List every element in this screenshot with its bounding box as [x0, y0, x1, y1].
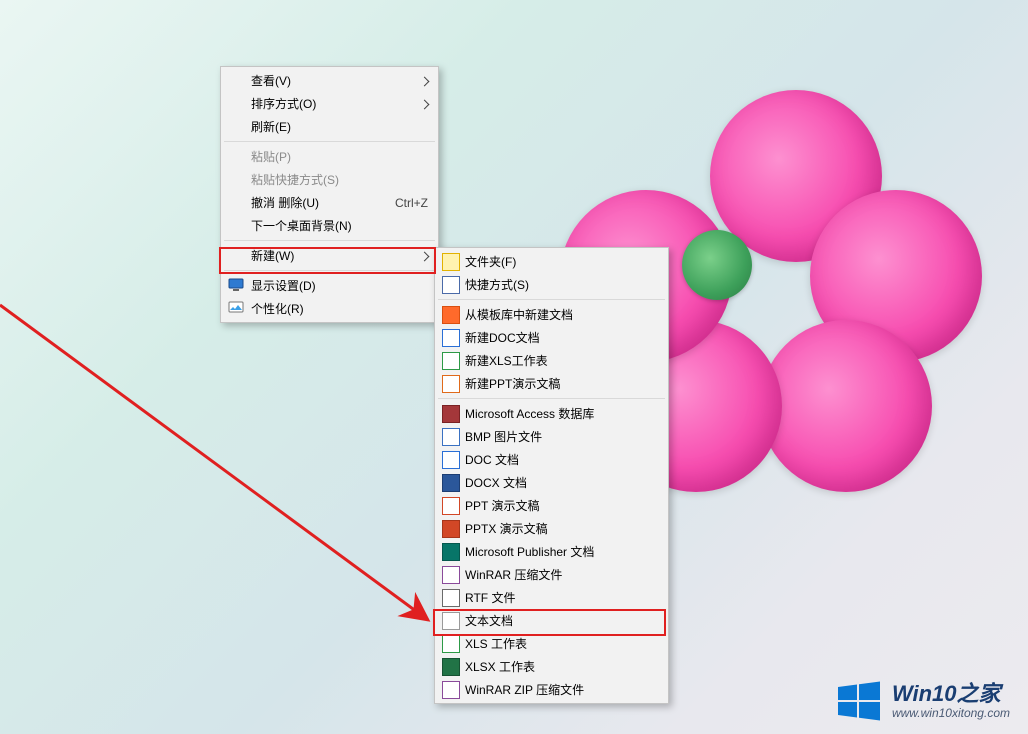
menu-item-undo[interactable]: 撤消 删除(U) Ctrl+Z: [223, 191, 436, 214]
menu-item-label: 粘贴快捷方式(S): [251, 171, 339, 188]
menu-item-label: 个性化(R): [251, 300, 304, 317]
flower-center: [682, 230, 752, 300]
menu-item-label: 下一个桌面背景(N): [251, 217, 352, 234]
submenu-item-label: Microsoft Access 数据库: [465, 405, 594, 422]
file-type-icon: [442, 635, 460, 653]
menu-item-shortcut: Ctrl+Z: [395, 196, 428, 210]
submenu-item-label: XLS 工作表: [465, 635, 527, 652]
submenu-item-ppt[interactable]: PPT 演示文稿: [437, 494, 666, 517]
menu-item-label: 显示设置(D): [251, 277, 316, 294]
menu-item-label: 新建(W): [251, 247, 294, 264]
chevron-right-icon: [421, 97, 428, 111]
submenu-item-label: PPT 演示文稿: [465, 497, 539, 514]
submenu-item-access[interactable]: Microsoft Access 数据库: [437, 402, 666, 425]
file-type-icon: [442, 612, 460, 630]
menu-separator: [438, 299, 665, 300]
submenu-item-label: DOCX 文档: [465, 474, 527, 491]
personalize-icon: [228, 300, 244, 316]
file-type-icon: [442, 375, 460, 393]
desktop-context-menu: 查看(V) 排序方式(O) 刷新(E) 粘贴(P) 粘贴快捷方式(S) 撤消 删…: [220, 66, 439, 323]
flower-petal: [760, 320, 932, 492]
file-type-icon: [442, 520, 460, 538]
submenu-item-rar[interactable]: WinRAR 压缩文件: [437, 563, 666, 586]
submenu-item-shortcut[interactable]: 快捷方式(S): [437, 273, 666, 296]
submenu-item-wps-xls[interactable]: 新建XLS工作表: [437, 349, 666, 372]
submenu-item-doc[interactable]: DOC 文档: [437, 448, 666, 471]
file-type-icon: [442, 589, 460, 607]
menu-item-sort[interactable]: 排序方式(O): [223, 92, 436, 115]
menu-item-refresh[interactable]: 刷新(E): [223, 115, 436, 138]
submenu-item-pptx[interactable]: PPTX 演示文稿: [437, 517, 666, 540]
file-type-icon: [442, 681, 460, 699]
file-type-icon: [442, 253, 460, 271]
file-type-icon: [442, 306, 460, 324]
file-type-icon: [442, 566, 460, 584]
watermark: Win10之家 www.win10xitong.com: [836, 678, 1010, 724]
submenu-item-label: XLSX 工作表: [465, 658, 535, 675]
submenu-item-docx[interactable]: DOCX 文档: [437, 471, 666, 494]
submenu-item-label: Microsoft Publisher 文档: [465, 543, 594, 560]
menu-separator: [224, 270, 435, 271]
chevron-right-icon: [421, 74, 428, 88]
submenu-item-bmp[interactable]: BMP 图片文件: [437, 425, 666, 448]
submenu-item-label: RTF 文件: [465, 589, 515, 606]
menu-item-new[interactable]: 新建(W): [223, 244, 436, 267]
file-type-icon: [442, 451, 460, 469]
submenu-item-label: DOC 文档: [465, 451, 519, 468]
submenu-item-zip[interactable]: WinRAR ZIP 压缩文件: [437, 678, 666, 701]
submenu-item-wps-ppt[interactable]: 新建PPT演示文稿: [437, 372, 666, 395]
submenu-item-rtf[interactable]: RTF 文件: [437, 586, 666, 609]
submenu-item-label: 文件夹(F): [465, 253, 516, 270]
submenu-item-xls[interactable]: XLS 工作表: [437, 632, 666, 655]
chevron-right-icon: [421, 249, 428, 263]
submenu-item-label: 快捷方式(S): [465, 276, 529, 293]
menu-item-personalize[interactable]: 个性化(R): [223, 297, 436, 320]
submenu-item-pub[interactable]: Microsoft Publisher 文档: [437, 540, 666, 563]
menu-item-paste: 粘贴(P): [223, 145, 436, 168]
menu-item-label: 排序方式(O): [251, 95, 316, 112]
menu-item-view[interactable]: 查看(V): [223, 69, 436, 92]
submenu-item-label: 新建PPT演示文稿: [465, 375, 560, 392]
menu-item-label: 查看(V): [251, 72, 291, 89]
file-type-icon: [442, 329, 460, 347]
submenu-item-label: WinRAR 压缩文件: [465, 566, 562, 583]
menu-separator: [224, 240, 435, 241]
submenu-item-label: 文本文档: [465, 612, 513, 629]
menu-item-display-settings[interactable]: 显示设置(D): [223, 274, 436, 297]
menu-item-paste-shortcut: 粘贴快捷方式(S): [223, 168, 436, 191]
menu-item-label: 粘贴(P): [251, 148, 291, 165]
menu-separator: [224, 141, 435, 142]
submenu-item-label: 新建XLS工作表: [465, 352, 548, 369]
submenu-item-label: WinRAR ZIP 压缩文件: [465, 681, 584, 698]
menu-separator: [438, 398, 665, 399]
submenu-item-txt[interactable]: 文本文档: [437, 609, 666, 632]
submenu-item-xlsx[interactable]: XLSX 工作表: [437, 655, 666, 678]
submenu-item-label: BMP 图片文件: [465, 428, 542, 445]
new-submenu: 文件夹(F) 快捷方式(S) 从模板库中新建文档新建DOC文档新建XLS工作表新建P…: [434, 247, 669, 704]
file-type-icon: [442, 428, 460, 446]
watermark-url: www.win10xitong.com: [892, 707, 1010, 721]
submenu-item-label: 从模板库中新建文档: [465, 306, 573, 323]
file-type-icon: [442, 658, 460, 676]
submenu-item-label: PPTX 演示文稿: [465, 520, 548, 537]
desktop-background[interactable]: 查看(V) 排序方式(O) 刷新(E) 粘贴(P) 粘贴快捷方式(S) 撤消 删…: [0, 0, 1028, 734]
submenu-item-wps-tpl[interactable]: 从模板库中新建文档: [437, 303, 666, 326]
file-type-icon: [442, 352, 460, 370]
submenu-item-wps-doc[interactable]: 新建DOC文档: [437, 326, 666, 349]
file-type-icon: [442, 405, 460, 423]
file-type-icon: [442, 543, 460, 561]
file-type-icon: [442, 276, 460, 294]
file-type-icon: [442, 497, 460, 515]
menu-item-label: 撤消 删除(U): [251, 194, 319, 211]
submenu-item-folder[interactable]: 文件夹(F): [437, 250, 666, 273]
submenu-item-label: 新建DOC文档: [465, 329, 540, 346]
menu-item-next-background[interactable]: 下一个桌面背景(N): [223, 214, 436, 237]
monitor-icon: [228, 277, 244, 293]
file-type-icon: [442, 474, 460, 492]
watermark-text: Win10之家 www.win10xitong.com: [892, 681, 1010, 720]
menu-item-label: 刷新(E): [251, 118, 291, 135]
watermark-title: Win10之家: [892, 681, 1010, 706]
windows-logo-icon: [836, 678, 882, 724]
